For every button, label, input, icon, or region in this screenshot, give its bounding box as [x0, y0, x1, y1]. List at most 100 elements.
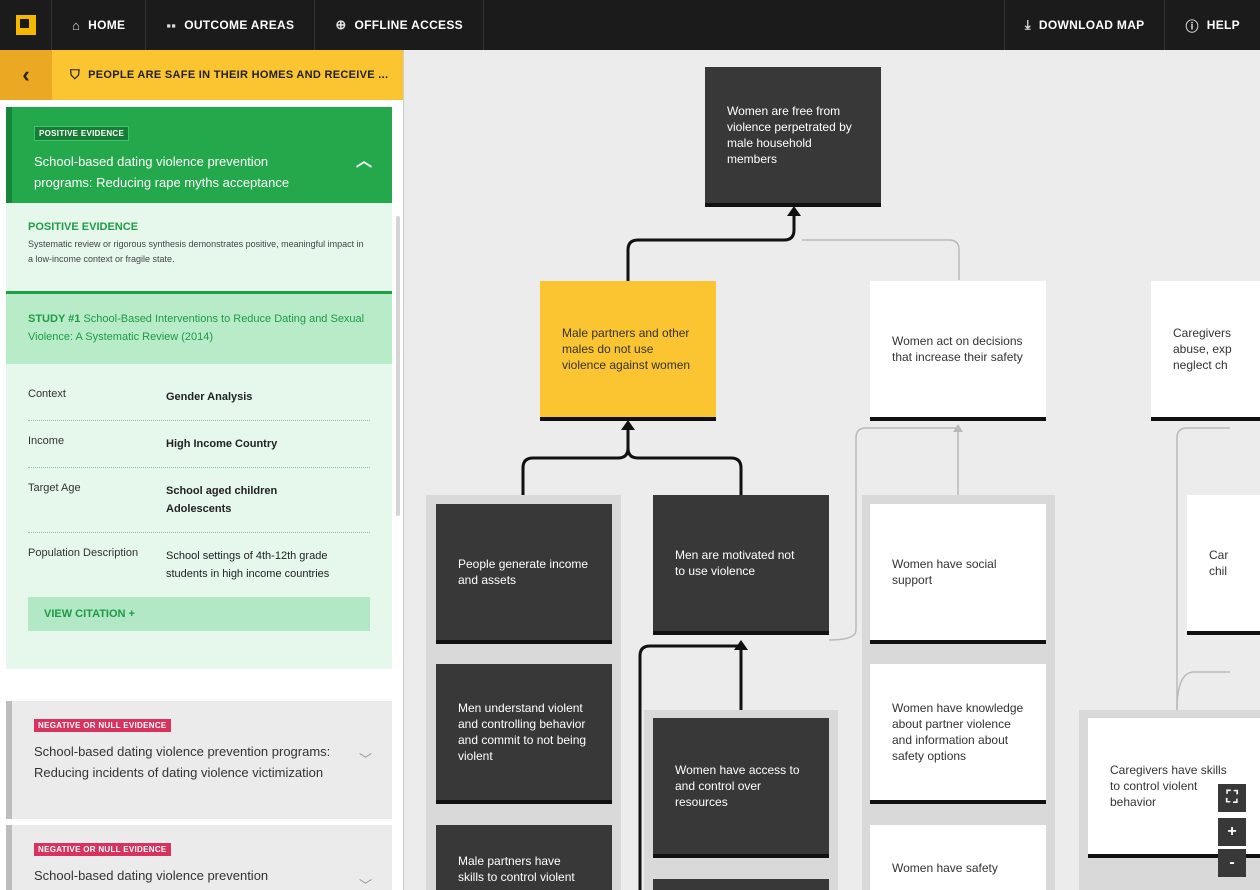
detail-value: School settings of 4th-12th grade studen…	[166, 550, 330, 580]
map-node[interactable]: Caregivers abuse, exp neglect ch	[1151, 281, 1260, 421]
detail-row: Context Gender Analysis	[28, 374, 370, 421]
detail-value: School aged children Adolescents	[166, 482, 370, 518]
node-label: Men understand violent and controlling b…	[458, 701, 587, 763]
view-citation-button[interactable]: VIEW CITATION +	[28, 597, 370, 631]
plus-icon: +	[1227, 823, 1237, 840]
detail-value-line: School aged children	[166, 485, 278, 497]
map-node[interactable]: Car chil	[1187, 495, 1260, 635]
nav-home-label: HOME	[88, 18, 126, 32]
nav-help[interactable]: ⓘ HELP	[1164, 0, 1260, 50]
map-node[interactable]: Women have safety	[870, 825, 1046, 890]
card-padding	[6, 631, 392, 669]
zoom-in-button[interactable]: +	[1218, 818, 1246, 846]
study-label: STUDY #1	[28, 313, 81, 325]
connector-line	[1176, 671, 1230, 711]
logo-icon	[15, 15, 36, 35]
map-node[interactable]	[653, 879, 829, 890]
node-label: Men are motivated not to use violence	[675, 548, 795, 578]
study-header: STUDY #1 School-Based Interventions to R…	[6, 294, 392, 364]
home-icon: ⌂	[72, 17, 81, 33]
node-label: Women have social support	[892, 557, 997, 587]
minus-icon: -	[1229, 854, 1235, 871]
node-label: Caregivers abuse, exp neglect ch	[1173, 326, 1232, 372]
node-label: Women have access to and control over re…	[675, 763, 800, 809]
evidence-card-title: School-based dating violence prevention	[34, 868, 269, 883]
evidence-card-collapsed[interactable]: NEGATIVE OR NULL EVIDENCE School-based d…	[6, 825, 392, 890]
node-label: People generate income and assets	[458, 557, 589, 587]
node-label: Women act on decisions that increase the…	[892, 334, 1023, 364]
chevron-left-icon: ‹	[22, 62, 30, 87]
connector-line	[626, 447, 743, 495]
nav-download-map-label: DOWNLOAD MAP	[1038, 18, 1145, 32]
expand-icon: ⛶	[1226, 789, 1238, 806]
node-label: Women are free from violence perpetrated…	[727, 104, 852, 166]
zoom-out-button[interactable]: -	[1218, 849, 1246, 877]
node-label: Women have knowledge about partner viole…	[892, 701, 1024, 763]
panel-scrollbar[interactable]	[396, 216, 400, 516]
detail-label: Population Description	[28, 547, 139, 559]
back-button[interactable]: ‹	[0, 50, 52, 100]
map-node[interactable]: Men understand violent and controlling b…	[436, 664, 612, 804]
map-node[interactable]: Women act on decisions that increase the…	[870, 281, 1046, 421]
connector-line	[521, 425, 630, 495]
detail-row: Population Description School settings o…	[28, 533, 370, 597]
arrow-head	[787, 206, 801, 216]
panel-title: ⛉ PEOPLE ARE SAFE IN THEIR HOMES AND RECE…	[70, 67, 388, 83]
detail-value-line: Adolescents	[166, 503, 232, 515]
connector-line	[802, 239, 960, 280]
detail-value: High Income Country	[166, 438, 278, 450]
nav-download-map[interactable]: ⤓ DOWNLOAD MAP	[1003, 0, 1165, 50]
node-label: Male partners and other males do not use…	[562, 326, 691, 372]
study-text: STUDY #1 School-Based Interventions to R…	[28, 310, 370, 346]
nav-offline-access-label: OFFLINE ACCESS	[354, 18, 463, 32]
map-node[interactable]: Women have access to and control over re…	[653, 718, 829, 858]
status-badge: NEGATIVE OR NULL EVIDENCE	[34, 719, 171, 732]
app-logo[interactable]	[0, 0, 52, 50]
evidence-panel: ‹ ⛉ PEOPLE ARE SAFE IN THEIR HOMES AND RE…	[0, 50, 404, 890]
map-node[interactable]: Women have social support	[870, 504, 1046, 644]
map-node[interactable]: Women have knowledge about partner viole…	[870, 664, 1046, 804]
detail-label: Income	[28, 435, 65, 447]
node-label: Male partners have skills to control vio…	[458, 854, 575, 884]
outcome-map[interactable]: Women are free from violence perpetrated…	[404, 50, 1260, 890]
panel-header: ‹ ⛉ PEOPLE ARE SAFE IN THEIR HOMES AND RE…	[0, 50, 403, 100]
detail-label: Target Age	[28, 482, 81, 494]
nav-outcome-areas[interactable]: ▪▪ OUTCOME AREAS	[146, 0, 316, 50]
evidence-card-collapsed[interactable]: NEGATIVE OR NULL EVIDENCE School-based d…	[6, 701, 392, 819]
nav-home[interactable]: ⌂ HOME	[52, 0, 147, 50]
chevron-down-icon[interactable]: ﹀	[359, 749, 372, 768]
detail-row: Income High Income Country	[28, 421, 370, 468]
node-label: Women have safety	[892, 861, 998, 875]
fullscreen-button[interactable]: ⛶	[1218, 784, 1246, 812]
chevron-down-icon[interactable]: ﹀	[359, 875, 372, 890]
nav-help-label: HELP	[1206, 18, 1240, 32]
detail-value: Gender Analysis	[166, 391, 253, 403]
chevron-up-icon[interactable]: ︿	[356, 147, 372, 171]
shield-icon: ⛉	[70, 67, 81, 82]
globe-icon: ⊕	[335, 17, 347, 32]
detail-label: Context	[28, 388, 66, 400]
evidence-card-header[interactable]: POSITIVE EVIDENCE School-based dating vi…	[6, 107, 392, 203]
study-details: Context Gender Analysis Income High Inco…	[6, 364, 392, 597]
arrow-head	[621, 420, 635, 430]
evidence-card-expanded: POSITIVE EVIDENCE School-based dating vi…	[6, 107, 392, 669]
map-node[interactable]: People generate income and assets	[436, 504, 612, 644]
node-label: Car chil	[1209, 548, 1229, 578]
map-node[interactable]: Women are free from violence perpetrated…	[705, 67, 881, 207]
evidence-title: POSITIVE EVIDENCE	[28, 221, 139, 233]
map-node[interactable]: Men are motivated not to use violence	[653, 495, 829, 635]
evidence-summary: POSITIVE EVIDENCE Systematic review or r…	[6, 203, 392, 294]
top-nav: ⌂ HOME ▪▪ OUTCOME AREAS ⊕ OFFLINE ACCESS ⤓ D…	[0, 0, 1260, 50]
nav-offline-access[interactable]: ⊕ OFFLINE ACCESS	[315, 0, 484, 50]
evidence-card-title: School-based dating violence prevention …	[34, 154, 290, 190]
grid-icon: ▪▪	[166, 17, 177, 33]
help-icon: ⓘ	[1185, 18, 1199, 34]
map-node-selected[interactable]: Male partners and other males do not use…	[540, 281, 716, 421]
evidence-description: Systematic review or rigorous synthesis …	[28, 239, 364, 264]
nav-outcome-areas-label: OUTCOME AREAS	[184, 18, 295, 32]
status-badge: POSITIVE EVIDENCE	[34, 126, 130, 141]
status-badge: NEGATIVE OR NULL EVIDENCE	[34, 843, 171, 856]
evidence-card-body: POSITIVE EVIDENCE Systematic review or r…	[6, 203, 392, 669]
map-node[interactable]: Male partners have skills to control vio…	[436, 825, 612, 890]
